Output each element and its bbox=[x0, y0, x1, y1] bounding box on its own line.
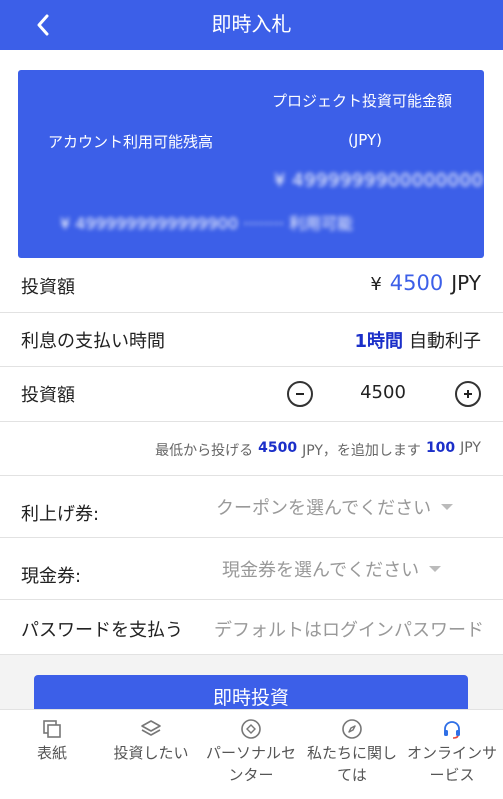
tab-invest[interactable]: 投資したい bbox=[101, 718, 201, 764]
dropdown-caret-icon bbox=[429, 566, 442, 572]
minimum-hint: 最低から投げる 4500 JPY，を追加します 100 JPY bbox=[155, 440, 481, 460]
tab-online-service[interactable]: オンラインサービス bbox=[402, 718, 502, 786]
cash-voucher-select[interactable]: 現金券を選んでください bbox=[222, 556, 442, 582]
coupon-row: 利上げ券: クーポンを選んでください bbox=[0, 476, 503, 538]
project-available-label: プロジェクト投資可能金額 bbox=[272, 92, 453, 110]
header-bar: 即時入札 bbox=[0, 0, 503, 50]
interest-payment-type: 自動利子 bbox=[409, 331, 481, 352]
coupon-select[interactable]: クーポンを選んでください bbox=[216, 494, 454, 520]
cash-voucher-select-placeholder: 現金券を選んでください bbox=[222, 560, 420, 581]
investment-amount-value: 4500 bbox=[389, 271, 444, 295]
tab-home[interactable]: 表紙 bbox=[2, 718, 102, 764]
investment-amount-input[interactable]: 4500 bbox=[330, 382, 436, 403]
target-icon bbox=[241, 719, 261, 739]
cash-voucher-label: 現金券: bbox=[21, 566, 82, 587]
interest-payment-hours: 1時間 bbox=[354, 331, 403, 352]
cash-voucher-row: 現金券: 現金券を選んでください bbox=[0, 538, 503, 600]
project-available-unit: (JPY) bbox=[348, 131, 383, 149]
account-balance-value: ¥ 4999999999999900 ········ 利用可能 bbox=[60, 214, 354, 233]
headset-icon bbox=[444, 721, 460, 739]
increase-amount-button[interactable] bbox=[455, 381, 481, 407]
investment-amount-currency: JPY bbox=[451, 271, 481, 295]
dropdown-caret-icon bbox=[441, 504, 454, 510]
tab-home-label: 表紙 bbox=[36, 744, 67, 762]
coupon-label: 利上げ券: bbox=[21, 504, 100, 525]
investment-amount-row: 投資額 ¥ 4500 JPY bbox=[0, 261, 503, 313]
project-available-value: ¥ 4999999900000000 bbox=[274, 170, 484, 191]
compass-icon bbox=[342, 719, 362, 739]
payment-password-label: パスワードを支払う bbox=[21, 620, 183, 641]
hint-suffix: JPY bbox=[460, 440, 481, 456]
coupon-select-placeholder: クーポンを選んでください bbox=[216, 498, 432, 519]
plus-icon bbox=[464, 390, 472, 398]
balance-card-section: プロジェクト投資可能金額 (JPY) ¥ 4999999900000000 アカ… bbox=[0, 50, 503, 266]
hint-minimum-amount: 4500 bbox=[258, 440, 298, 456]
tab-invest-label: 投資したい bbox=[113, 744, 189, 762]
layers-icon bbox=[141, 720, 161, 736]
account-balance-label: アカウント利用可能残高 bbox=[48, 133, 214, 151]
tab-about-us-label: 私たちに関しては bbox=[306, 744, 397, 784]
minus-icon bbox=[296, 393, 304, 395]
minimum-hint-row: 最低から投げる 4500 JPY，を追加します 100 JPY bbox=[0, 422, 503, 476]
balance-card: プロジェクト投資可能金額 (JPY) ¥ 4999999900000000 アカ… bbox=[18, 70, 484, 258]
interest-payment-info: 1時間 自動利子 bbox=[354, 327, 481, 353]
interest-payment-row: 利息の支払い時間 1時間 自動利子 bbox=[0, 313, 503, 367]
investment-amount-display: ¥ 4500 JPY bbox=[370, 271, 481, 295]
tab-personal-center-label: パーソナルセンター bbox=[205, 744, 296, 784]
interest-payment-label: 利息の支払い時間 bbox=[21, 331, 165, 352]
tab-about-us[interactable]: 私たちに関しては bbox=[302, 718, 402, 786]
bottom-tab-bar: 表紙 投資したい パーソナルセンター 私たちに関しては オンラインサービス bbox=[0, 709, 503, 799]
investment-amount-label: 投資額 bbox=[21, 277, 75, 298]
hint-middle: JPY，を追加します bbox=[302, 443, 421, 459]
tab-personal-center[interactable]: パーソナルセンター bbox=[201, 718, 301, 786]
hint-prefix: 最低から投げる bbox=[155, 443, 254, 459]
investment-stepper-row: 投資額 4500 bbox=[0, 367, 503, 422]
payment-password-row: パスワードを支払う デフォルトはログインパスワード bbox=[0, 600, 503, 655]
decrease-amount-button[interactable] bbox=[287, 381, 313, 407]
tab-online-service-label: オンラインサービス bbox=[406, 744, 497, 784]
page-title: 即時入札 bbox=[211, 12, 292, 36]
payment-password-field[interactable]: デフォルトはログインパスワード bbox=[214, 616, 484, 642]
investment-stepper-label: 投資額 bbox=[21, 385, 75, 406]
yen-symbol: ¥ bbox=[370, 274, 382, 295]
hint-step-amount: 100 bbox=[425, 440, 456, 456]
copy-icon bbox=[43, 720, 61, 738]
